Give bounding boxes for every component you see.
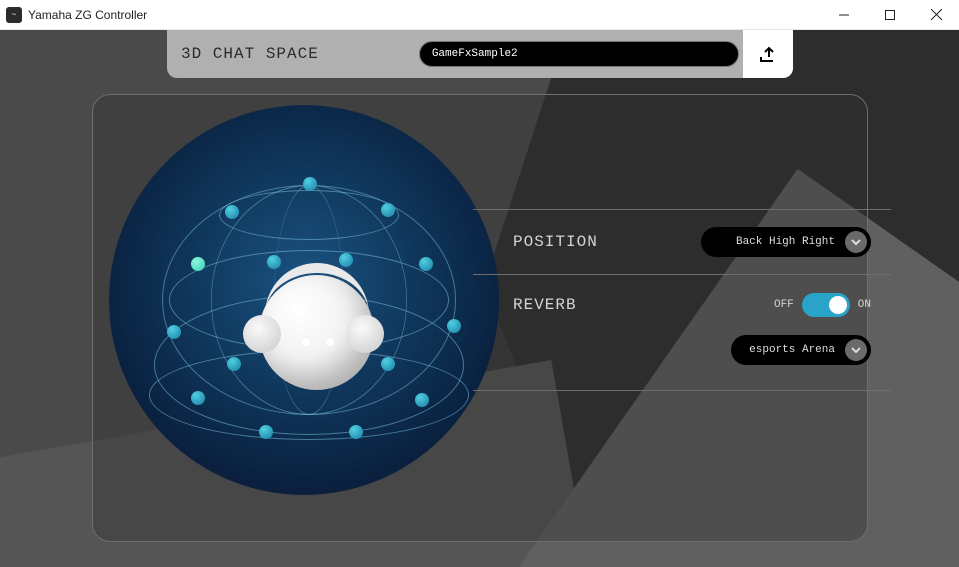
spatial-node[interactable] <box>415 393 429 407</box>
wireframe <box>219 190 399 240</box>
reverb-label: REVERB <box>513 296 577 314</box>
spatial-node[interactable] <box>259 425 273 439</box>
preset-select[interactable]: GameFxSample2 <box>419 41 739 67</box>
window-titlebar: ~ Yamaha ZG Controller <box>0 0 959 30</box>
spatial-node[interactable] <box>267 255 281 269</box>
reverb-on-label: ON <box>858 299 871 311</box>
headphone-earcup-icon <box>346 315 384 353</box>
chevron-down-icon <box>845 339 867 361</box>
avatar-eye <box>325 337 335 347</box>
position-select[interactable]: Back High Right <box>701 227 871 257</box>
app-body: 3D CHAT SPACE GameFxSample2 <box>0 30 959 567</box>
controls-column: POSITION Back High Right REVERB OFF <box>473 209 891 391</box>
reverb-off-label: OFF <box>774 299 794 311</box>
position-label: POSITION <box>513 233 598 251</box>
spatial-node[interactable] <box>227 357 241 371</box>
reverb-preset-select[interactable]: esports Arena <box>731 335 871 365</box>
window-controls <box>821 0 959 30</box>
spatial-node[interactable] <box>191 257 205 271</box>
save-preset-button[interactable] <box>743 30 793 78</box>
spatial-node[interactable] <box>447 319 461 333</box>
spatial-node[interactable] <box>167 325 181 339</box>
spatial-node[interactable] <box>225 205 239 219</box>
spatial-node[interactable] <box>191 391 205 405</box>
position-panel: POSITION Back High Right <box>473 209 891 275</box>
reverb-panel: REVERB OFF ON esports Arena <box>473 275 891 391</box>
spatial-node[interactable] <box>349 425 363 439</box>
spatial-node[interactable] <box>339 253 353 267</box>
spatial-node[interactable] <box>303 177 317 191</box>
main-panel: POSITION Back High Right REVERB OFF <box>92 94 868 542</box>
spatial-node[interactable] <box>381 357 395 371</box>
headphone-earcup-icon <box>243 315 281 353</box>
close-button[interactable] <box>913 0 959 30</box>
reverb-toggle-group: OFF ON <box>774 293 871 317</box>
page-title: 3D CHAT SPACE <box>181 45 319 63</box>
header-strip: 3D CHAT SPACE GameFxSample2 <box>167 30 793 78</box>
maximize-button[interactable] <box>867 0 913 30</box>
app-icon: ~ <box>6 7 22 23</box>
spatial-visualizer[interactable] <box>99 95 509 515</box>
spatial-node[interactable] <box>381 203 395 217</box>
chevron-down-icon <box>845 231 867 253</box>
position-value: Back High Right <box>736 236 835 248</box>
reverb-preset-value: esports Arena <box>749 344 835 356</box>
reverb-toggle[interactable] <box>802 293 850 317</box>
listener-avatar <box>259 275 374 390</box>
toggle-knob <box>829 296 847 314</box>
avatar-eye <box>301 337 311 347</box>
minimize-button[interactable] <box>821 0 867 30</box>
spatial-node[interactable] <box>419 257 433 271</box>
window-title: Yamaha ZG Controller <box>28 8 147 22</box>
preset-value: GameFxSample2 <box>432 48 518 60</box>
